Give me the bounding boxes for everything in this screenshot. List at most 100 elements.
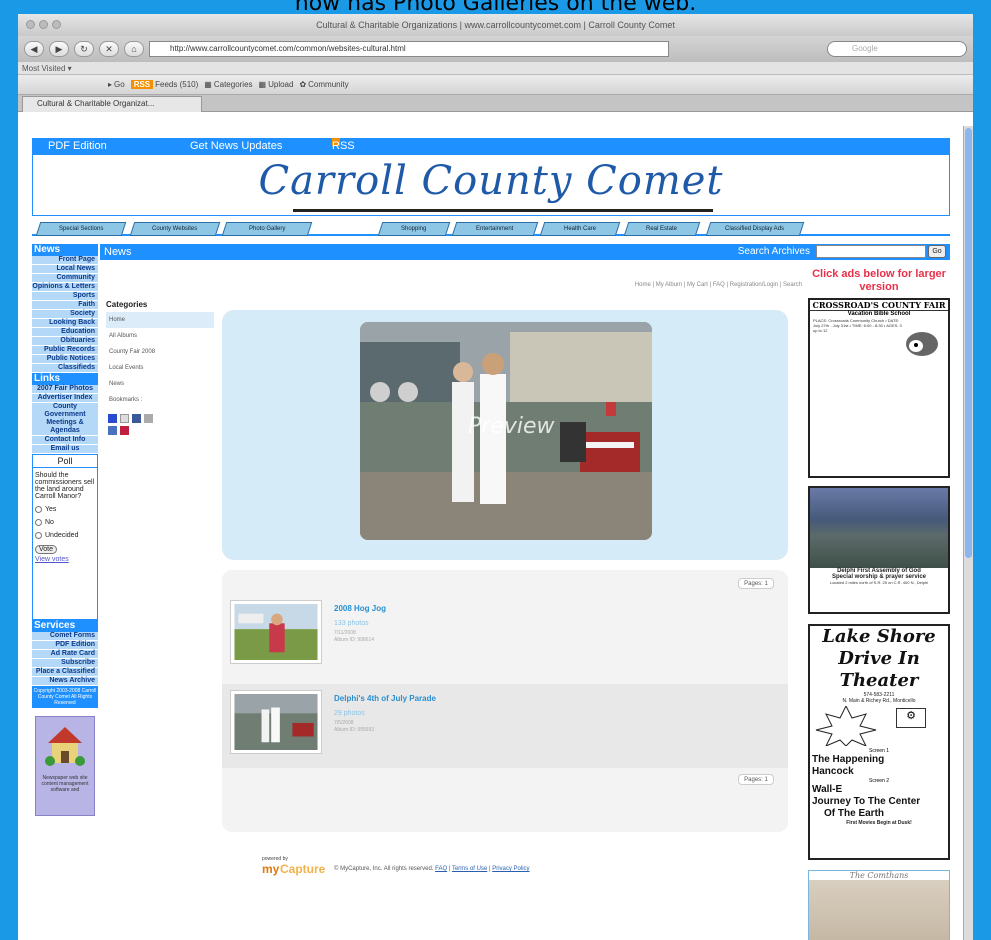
poll-option-no[interactable]: No [35,519,95,526]
sidebar-item-contact-info[interactable]: Contact Info [32,436,98,445]
tab-photo-gallery[interactable]: Photo Gallery [221,222,313,236]
sidebar-item-public-notices[interactable]: Public Notices [32,355,98,364]
poll-option-undecided[interactable]: Undecided [35,532,95,539]
archive-go-button[interactable]: Go [928,245,946,258]
sidebar-item-faith[interactable]: Faith [32,301,98,310]
pages-top[interactable]: Pages: 1 [738,578,774,589]
reload-button[interactable]: ↻ [74,41,94,57]
forward-button[interactable]: ▶ [49,41,69,57]
footer-privacy-link[interactable]: Privacy Policy [492,866,529,872]
footer-faq-link[interactable]: FAQ [435,866,447,872]
home-button[interactable]: ⌂ [124,41,144,57]
scrollbar-thumb[interactable] [965,128,972,558]
search-archives-label[interactable]: Search Archives [738,244,810,260]
sidebar-item-comet-forms[interactable]: Comet Forms [32,632,98,641]
mycapture-logo-my[interactable]: my [262,862,279,876]
sidebar-item-education[interactable]: Education [32,328,98,337]
category-county-fair[interactable]: County Fair 2008 [106,344,214,360]
album-title[interactable]: 2008 Hog Jog [334,604,386,613]
sidebar-item-obituaries[interactable]: Obituaries [32,337,98,346]
album-item[interactable]: 2008 Hog Jog 133 photos 7/11/2008 Album … [230,600,780,672]
sidebar-item-fair-photos[interactable]: 2007 Fair Photos [32,385,98,394]
sidebar-item-county-government[interactable]: County Government Meetings & Agendas [32,403,98,436]
most-visited-menu[interactable]: Most Visited ▾ [22,64,72,73]
reddit-icon[interactable] [108,426,117,435]
album-date: 7/5/2008 [334,720,354,726]
category-home[interactable]: Home [106,312,214,328]
gallery-top-links[interactable]: Home | My Album | My Cart | FAQ | Regist… [635,282,802,288]
zoom-window-icon[interactable] [52,20,61,29]
stumble-icon[interactable] [144,414,153,423]
sidebar-item-pdf-edition[interactable]: PDF Edition [32,641,98,650]
album-thumbnail[interactable] [230,600,322,664]
facebook-icon[interactable] [132,414,141,423]
footer-terms-link[interactable]: Terms of Use [452,866,487,872]
digg-icon[interactable] [120,414,129,423]
vote-button[interactable]: Vote [35,545,58,554]
google-bookmark-icon[interactable] [120,426,129,435]
assembly-of-god-ad[interactable]: Delphi First Assembly of God Special wor… [808,486,950,614]
sidebar-item-advertiser-index[interactable]: Advertiser Index [32,394,98,403]
categories-button[interactable]: ▦ Categories [204,80,252,89]
delicious-icon[interactable] [108,414,117,423]
sidebar-item-classifieds[interactable]: Classifieds [32,364,98,373]
tab-county-websites[interactable]: County Websites [129,222,221,236]
sidebar-item-local-news[interactable]: Local News [32,265,98,274]
tab-classified-display-ads[interactable]: Classified Display Ads [705,222,805,236]
address-bar[interactable]: http://www.carrollcountycomet.com/common… [149,41,669,57]
archive-search-input[interactable] [816,245,926,258]
search-input[interactable]: Google [827,41,967,57]
sidebar-item-place-classified[interactable]: Place a Classified [32,668,98,677]
pages-bottom[interactable]: Pages: 1 [738,774,774,785]
album-title[interactable]: Delphi's 4th of July Parade [334,694,436,703]
sidebar-item-news-archive[interactable]: News Archive [32,677,98,686]
pdf-edition-link[interactable]: PDF Edition [48,138,107,154]
bookmark-icons [106,414,214,423]
fair-vbs-ad[interactable]: CROSSROAD'S COUNTY FAIR Vacation Bible S… [808,298,950,478]
musicians-ad[interactable]: The Comthans [808,870,950,940]
tab-health-care[interactable]: Health Care [539,222,621,236]
radio-yes[interactable] [35,506,42,513]
sidebar-item-public-records[interactable]: Public Records [32,346,98,355]
feeds-button[interactable]: RSS Feeds (510) [130,80,198,89]
minimize-window-icon[interactable] [39,20,48,29]
radio-undecided[interactable] [35,532,42,539]
sidebar-item-ad-rate-card[interactable]: Ad Rate Card [32,650,98,659]
sidebar-item-front-page[interactable]: Front Page [32,256,98,265]
category-local-events[interactable]: Local Events [106,360,214,376]
sidebar-heading-services: Services [32,620,98,632]
sidebar-item-subscribe[interactable]: Subscribe [32,659,98,668]
news-updates-link[interactable]: Get News Updates [190,138,282,154]
stop-button[interactable]: ✕ [99,41,119,57]
gallery-categories: Categories Home All Albums County Fair 2… [106,300,214,435]
tab-shopping[interactable]: Shopping [377,222,451,236]
back-button[interactable]: ◀ [24,41,44,57]
sidebar-item-sports[interactable]: Sports [32,292,98,301]
close-window-icon[interactable] [26,20,35,29]
category-news[interactable]: News [106,376,214,392]
sidebar-item-opinions[interactable]: Opinions & Letters [32,283,98,292]
community-button[interactable]: ✿ Community [299,80,348,89]
toolbar-go[interactable]: ▸ Go [108,80,125,89]
sidebar-item-email-us[interactable]: Email us [32,445,98,454]
sidebar-item-looking-back[interactable]: Looking Back [32,319,98,328]
category-all-albums[interactable]: All Albums [106,328,214,344]
radio-no[interactable] [35,519,42,526]
page-scrollbar[interactable] [963,126,973,940]
drive-in-theater-ad[interactable]: Lake Shore Drive In Theater 574-583-2211… [808,624,950,860]
categories-title: Categories [106,300,148,309]
sidebar-item-society[interactable]: Society [32,310,98,319]
tab-special-sections[interactable]: Special Sections [35,222,127,236]
album-item[interactable]: Delphi's 4th of July Parade 29 photos 7/… [230,690,780,762]
tab-active[interactable]: Cultural & Charitable Organizat... [22,96,202,112]
upload-button[interactable]: ▦ Upload [259,80,294,89]
preview-image[interactable]: Preview [360,322,652,540]
tab-entertainment[interactable]: Entertainment [451,222,539,236]
album-thumbnail[interactable] [230,690,322,754]
software-promo-ad[interactable]: Newspaper web site content management so… [35,716,95,816]
tab-real-estate[interactable]: Real Estate [623,222,701,236]
mycapture-logo-capture[interactable]: Capture [280,862,325,876]
sidebar-item-community[interactable]: Community [32,274,98,283]
poll-option-yes[interactable]: Yes [35,506,95,513]
view-votes-link[interactable]: View votes [35,556,95,563]
